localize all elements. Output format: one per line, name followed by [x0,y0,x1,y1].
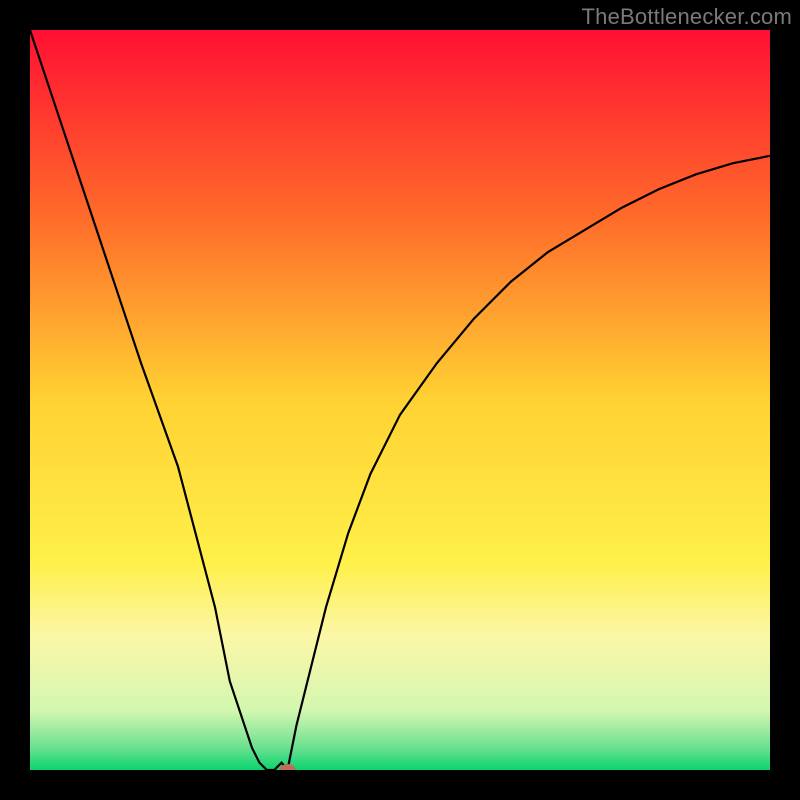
bottleneck-chart [30,30,770,770]
attribution-label: TheBottlenecker.com [582,4,792,30]
gradient-background [30,30,770,770]
chart-frame: TheBottlenecker.com [0,0,800,800]
plot-area [30,30,770,770]
